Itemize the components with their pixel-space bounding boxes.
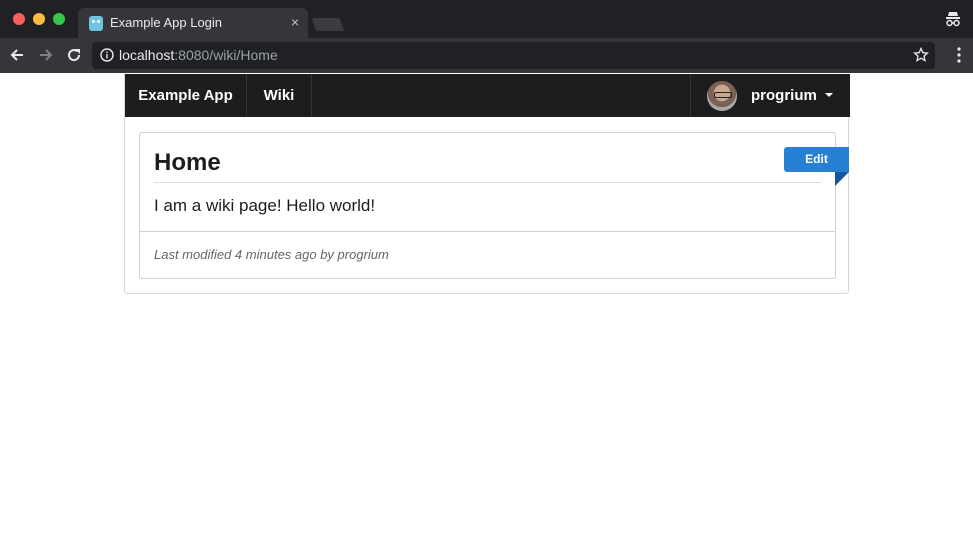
page-title: Home (154, 149, 221, 176)
info-icon[interactable] (100, 48, 114, 62)
address-bar[interactable]: localhost:8080/wiki/Home (92, 42, 935, 69)
nav-wiki-link[interactable]: Wiki (247, 74, 312, 117)
bookmark-star-icon[interactable] (913, 47, 929, 63)
page-body: I am a wiki page! Hello world! (154, 196, 376, 215)
back-arrow-icon[interactable] (8, 46, 26, 64)
tab-close-button[interactable]: × (291, 14, 299, 30)
username: progrium (751, 87, 817, 104)
last-modified-text: Last modified 4 minutes ago by progrium (154, 247, 389, 262)
avatar (707, 81, 737, 111)
title-divider (154, 182, 821, 183)
tab-title: Example App Login (110, 15, 223, 30)
navbar: Example App Wiki progrium (125, 74, 850, 117)
incognito-icon (946, 12, 960, 27)
new-tab-button[interactable] (311, 18, 345, 31)
edit-button[interactable]: Edit (784, 147, 849, 172)
ribbon-fold (835, 172, 849, 186)
browser-menu-icon[interactable] (957, 47, 961, 63)
footer-divider (140, 231, 835, 232)
wiki-page-card: Home I am a wiki page! Hello world! Last… (139, 132, 836, 279)
brand-link[interactable]: Example App (125, 74, 247, 117)
browser-tab[interactable]: Example App Login × (78, 8, 308, 38)
caret-down-icon (825, 93, 833, 97)
url-text: localhost:8080/wiki/Home (119, 47, 278, 63)
gopher-favicon-icon (89, 16, 103, 31)
user-menu[interactable]: progrium (690, 74, 850, 117)
minimize-window-button[interactable] (33, 13, 45, 25)
reload-icon[interactable] (65, 46, 83, 64)
browser-titlebar: Example App Login × (0, 0, 973, 38)
zoom-window-button[interactable] (53, 13, 65, 25)
app-container: Example App Wiki progrium Home I am a wi… (124, 74, 850, 294)
close-window-button[interactable] (13, 13, 25, 25)
forward-arrow-icon[interactable] (37, 46, 55, 64)
browser-toolbar: localhost:8080/wiki/Home (0, 38, 973, 73)
